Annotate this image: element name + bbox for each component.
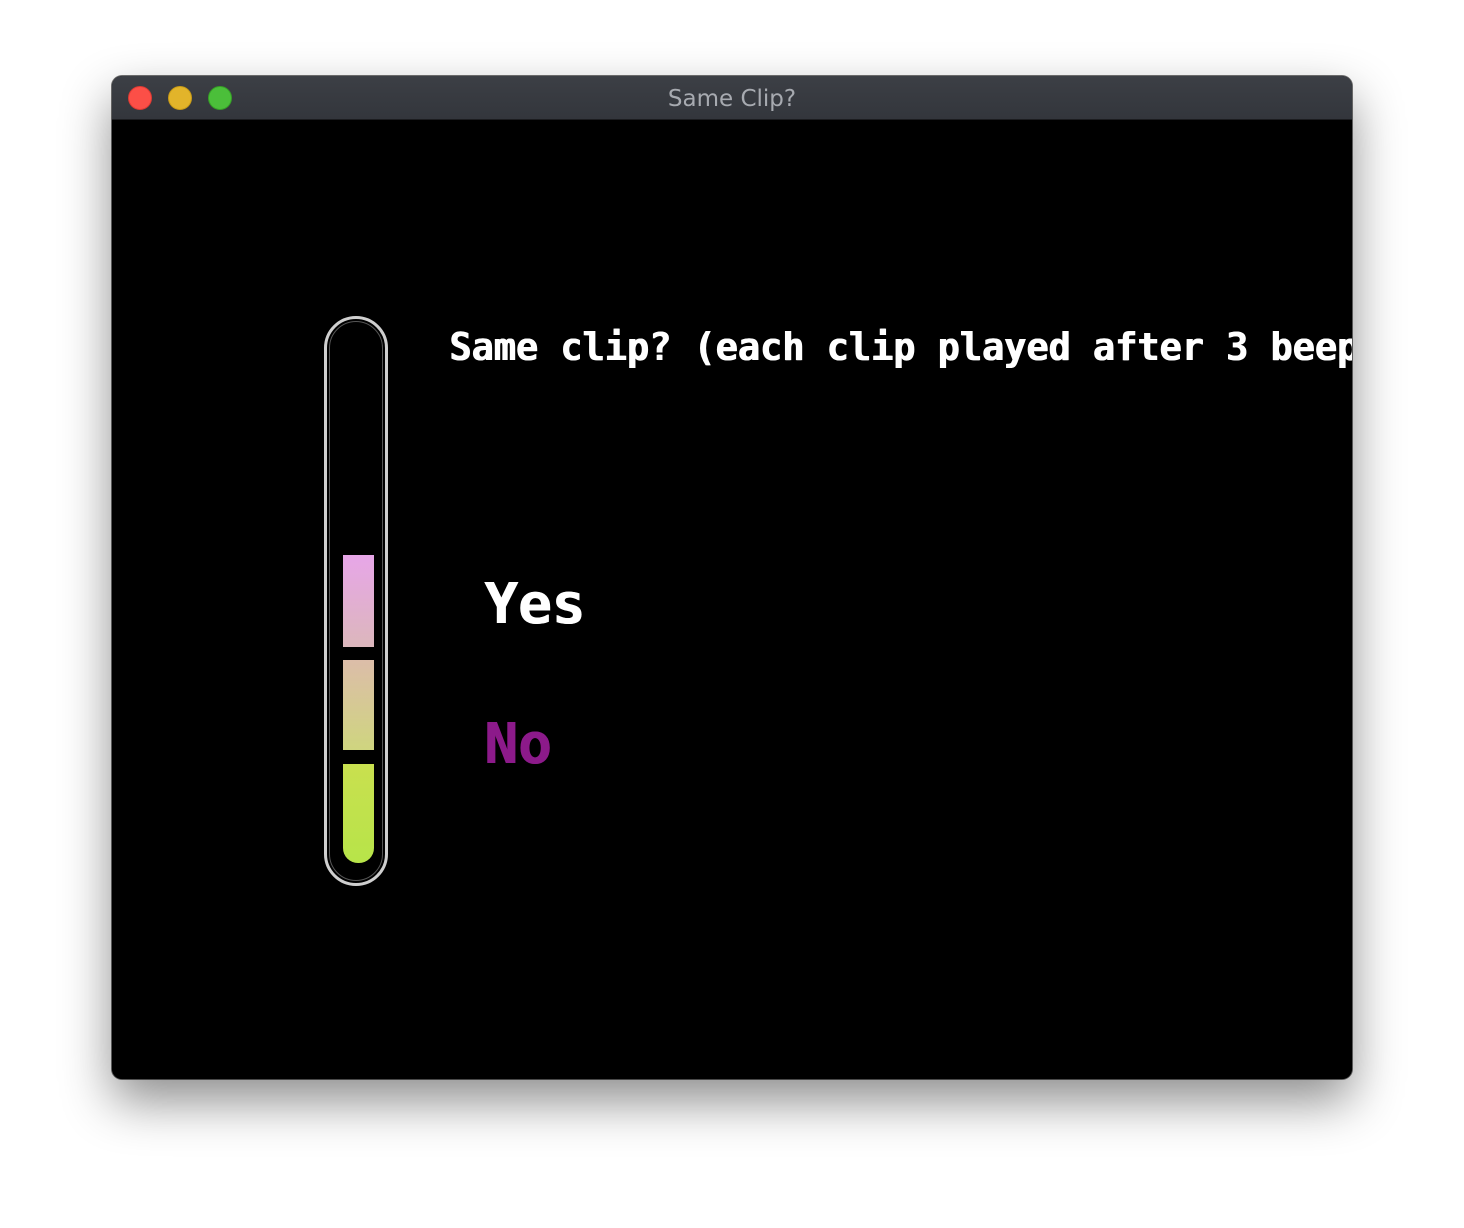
app-window: Same Clip? Same clip? (each clip played … bbox=[112, 76, 1352, 1079]
title-bar[interactable]: Same Clip? bbox=[112, 76, 1352, 120]
meter-segment-2 bbox=[343, 660, 374, 750]
game-canvas[interactable]: Same clip? (each clip played after 3 bee… bbox=[112, 120, 1352, 1079]
option-no[interactable]: No bbox=[484, 712, 551, 777]
meter-segment-3 bbox=[343, 555, 374, 647]
progress-meter bbox=[324, 316, 388, 886]
window-title: Same Clip? bbox=[667, 86, 797, 112]
meter-segment-1 bbox=[343, 764, 374, 863]
option-yes[interactable]: Yes bbox=[484, 572, 585, 637]
question-prompt: Same clip? (each clip played after 3 bee… bbox=[449, 325, 1352, 369]
